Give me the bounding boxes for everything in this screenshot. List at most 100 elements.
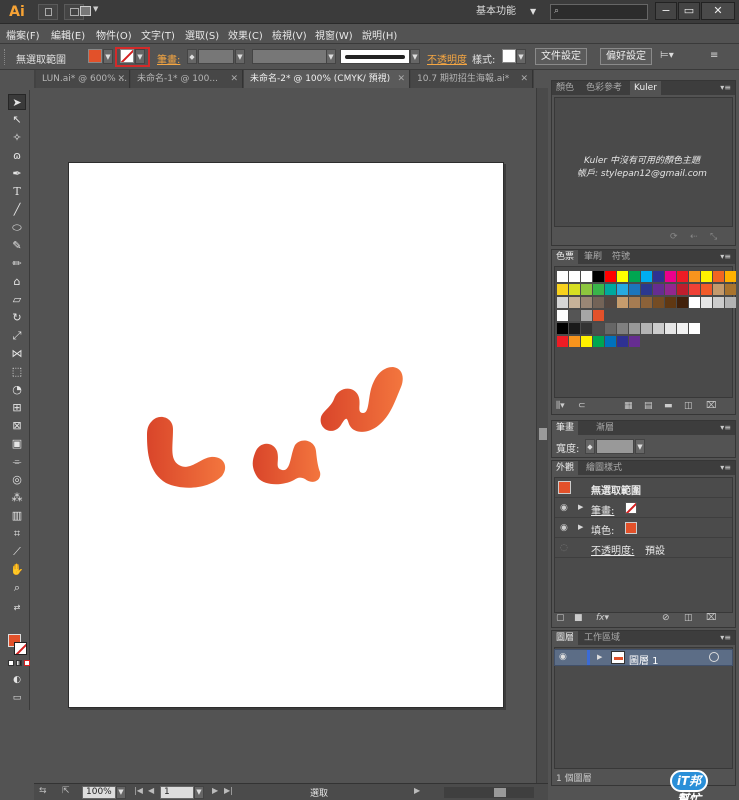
lasso-tool-icon[interactable]: ɷ <box>8 148 26 164</box>
color-swatch[interactable] <box>641 323 652 334</box>
tab-color[interactable]: 顏色 <box>552 81 578 95</box>
color-swatch[interactable] <box>725 271 736 282</box>
color-swatch[interactable] <box>569 297 580 308</box>
color-swatch[interactable] <box>557 284 568 295</box>
brush-definition[interactable] <box>340 49 410 64</box>
color-swatch[interactable] <box>713 271 724 282</box>
magic-wand-tool-icon[interactable]: ✧ <box>8 130 26 146</box>
color-swatch[interactable] <box>665 284 676 295</box>
tab-poster[interactable]: 10.7 期初招生海報.ai* ✕ <box>411 70 533 88</box>
color-swatch[interactable] <box>569 323 580 334</box>
expand-arrow-icon[interactable]: ▶ <box>578 503 583 511</box>
color-swatch[interactable] <box>557 336 568 347</box>
type-tool-icon[interactable]: T <box>8 184 26 200</box>
vertical-scrollbar[interactable] <box>536 88 548 783</box>
column-graph-tool-icon[interactable]: ▥ <box>8 508 26 524</box>
swap-fill-stroke-icon[interactable]: ⇄ <box>8 600 26 616</box>
color-swatch[interactable] <box>653 323 664 334</box>
color-swatch[interactable] <box>725 297 736 308</box>
stroke-weight-dropdown[interactable]: ▼ <box>235 49 245 64</box>
color-swatch[interactable] <box>617 297 628 308</box>
direct-selection-tool-icon[interactable]: ↖ <box>8 112 26 128</box>
color-swatch[interactable] <box>653 271 664 282</box>
tab-stroke[interactable]: 筆畫 <box>552 421 579 435</box>
color-swatch[interactable] <box>677 284 688 295</box>
profile-dropdown[interactable]: ▼ <box>326 49 336 64</box>
stroke-swatch[interactable] <box>625 502 637 514</box>
themes-icon[interactable]: ⤡ <box>710 232 717 242</box>
artboard[interactable] <box>68 162 504 708</box>
letter-n-shape[interactable] <box>320 367 403 432</box>
expand-arrow-icon[interactable]: ▶ <box>578 523 583 531</box>
color-swatch[interactable] <box>629 336 640 347</box>
color-swatch[interactable] <box>629 323 640 334</box>
document-setup-button[interactable]: 文件設定 <box>535 48 587 65</box>
brush-dropdown[interactable]: ▼ <box>410 49 420 64</box>
launch-kuler-icon[interactable]: ⇠ <box>690 232 698 242</box>
letter-u-shape[interactable] <box>252 440 321 485</box>
color-swatch[interactable] <box>569 271 580 282</box>
menu-select[interactable]: 選取(S) <box>185 27 219 42</box>
panel-menu-icon[interactable]: ▾≡ <box>720 631 731 645</box>
trash-icon[interactable]: ⌧ <box>706 613 716 623</box>
add-fill-icon[interactable]: ■ <box>574 613 583 623</box>
tab-gradient[interactable]: 漸層 <box>592 421 618 435</box>
color-swatch[interactable] <box>629 284 640 295</box>
add-stroke-icon[interactable]: ▢ <box>556 613 565 623</box>
color-swatch[interactable] <box>569 284 580 295</box>
color-swatch[interactable] <box>713 297 724 308</box>
draw-mode-icon[interactable]: ◐ <box>8 672 26 688</box>
color-swatch[interactable] <box>581 271 592 282</box>
eye-icon[interactable]: ◉ <box>560 523 570 533</box>
fill-swatch[interactable] <box>625 522 637 534</box>
eye-icon[interactable]: ◉ <box>559 652 567 662</box>
artboard-dropdown[interactable]: ▼ <box>194 786 204 799</box>
color-swatch[interactable] <box>677 271 688 282</box>
opacity-link[interactable]: 不透明度 <box>427 51 467 66</box>
color-swatch[interactable] <box>605 323 616 334</box>
add-effect-icon[interactable]: fx▾ <box>596 613 609 623</box>
status-menu-icon[interactable]: ▶ <box>414 786 420 795</box>
eye-icon[interactable]: ◉ <box>560 503 570 513</box>
expand-arrow-icon[interactable]: ▶ <box>597 653 602 661</box>
horizontal-scroll-thumb[interactable] <box>494 788 506 797</box>
layer-row[interactable]: ◉ ▶ 圖層 1 <box>554 649 733 667</box>
color-swatch[interactable] <box>581 297 592 308</box>
refresh-icon[interactable]: ⟳ <box>670 232 678 242</box>
tab-swatches[interactable]: 色票 <box>552 250 579 264</box>
menu-file[interactable]: 檔案(F) <box>6 27 40 42</box>
color-swatch[interactable] <box>557 297 568 308</box>
vertical-scroll-thumb[interactable] <box>539 428 547 440</box>
color-swatch[interactable] <box>593 271 604 282</box>
color-swatch[interactable] <box>557 310 568 321</box>
tab-artboards[interactable]: 工作區域 <box>580 631 624 645</box>
menu-type[interactable]: 文字(T) <box>141 27 175 42</box>
color-swatch[interactable] <box>665 297 676 308</box>
appearance-stroke-label[interactable]: 筆畫: <box>591 502 614 517</box>
color-swatch[interactable] <box>629 271 640 282</box>
chevron-down-icon[interactable]: ▼ <box>530 4 540 20</box>
mesh-tool-icon[interactable]: ⊠ <box>8 418 26 434</box>
color-swatch[interactable] <box>593 323 604 334</box>
align-icon[interactable]: ⊨▾ <box>660 50 674 61</box>
stroke-width-dropdown[interactable]: ▼ <box>635 439 645 454</box>
help-search-input[interactable]: ⌕ <box>550 4 648 20</box>
pencil-tool-icon[interactable]: ✏ <box>8 256 26 272</box>
color-swatch[interactable] <box>617 271 628 282</box>
close-icon[interactable]: ✕ <box>520 70 528 88</box>
menu-object[interactable]: 物件(O) <box>96 27 132 42</box>
color-swatch[interactable] <box>677 323 688 334</box>
selection-tool-icon[interactable]: ➤ <box>8 94 26 110</box>
blob-brush-tool-icon[interactable]: ⌂ <box>8 274 26 290</box>
swatch-libraries-icon[interactable]: ⫼▾ <box>556 401 565 411</box>
close-icon[interactable]: ✕ <box>397 70 405 88</box>
menu-help[interactable]: 說明(H) <box>362 27 397 42</box>
close-icon[interactable]: ✕ <box>117 70 125 88</box>
color-swatch[interactable] <box>689 297 700 308</box>
appearance-opacity-row[interactable]: ◌ 不透明度: 預設 <box>555 538 732 558</box>
tab-kuler[interactable]: Kuler <box>630 81 661 95</box>
new-swatch-icon[interactable]: ◫ <box>684 401 693 411</box>
blend-tool-icon[interactable]: ◎ <box>8 472 26 488</box>
appearance-fill-row[interactable]: ◉ ▶ 填色: <box>555 518 732 538</box>
panel-menu-icon[interactable]: ≡ <box>710 50 718 61</box>
